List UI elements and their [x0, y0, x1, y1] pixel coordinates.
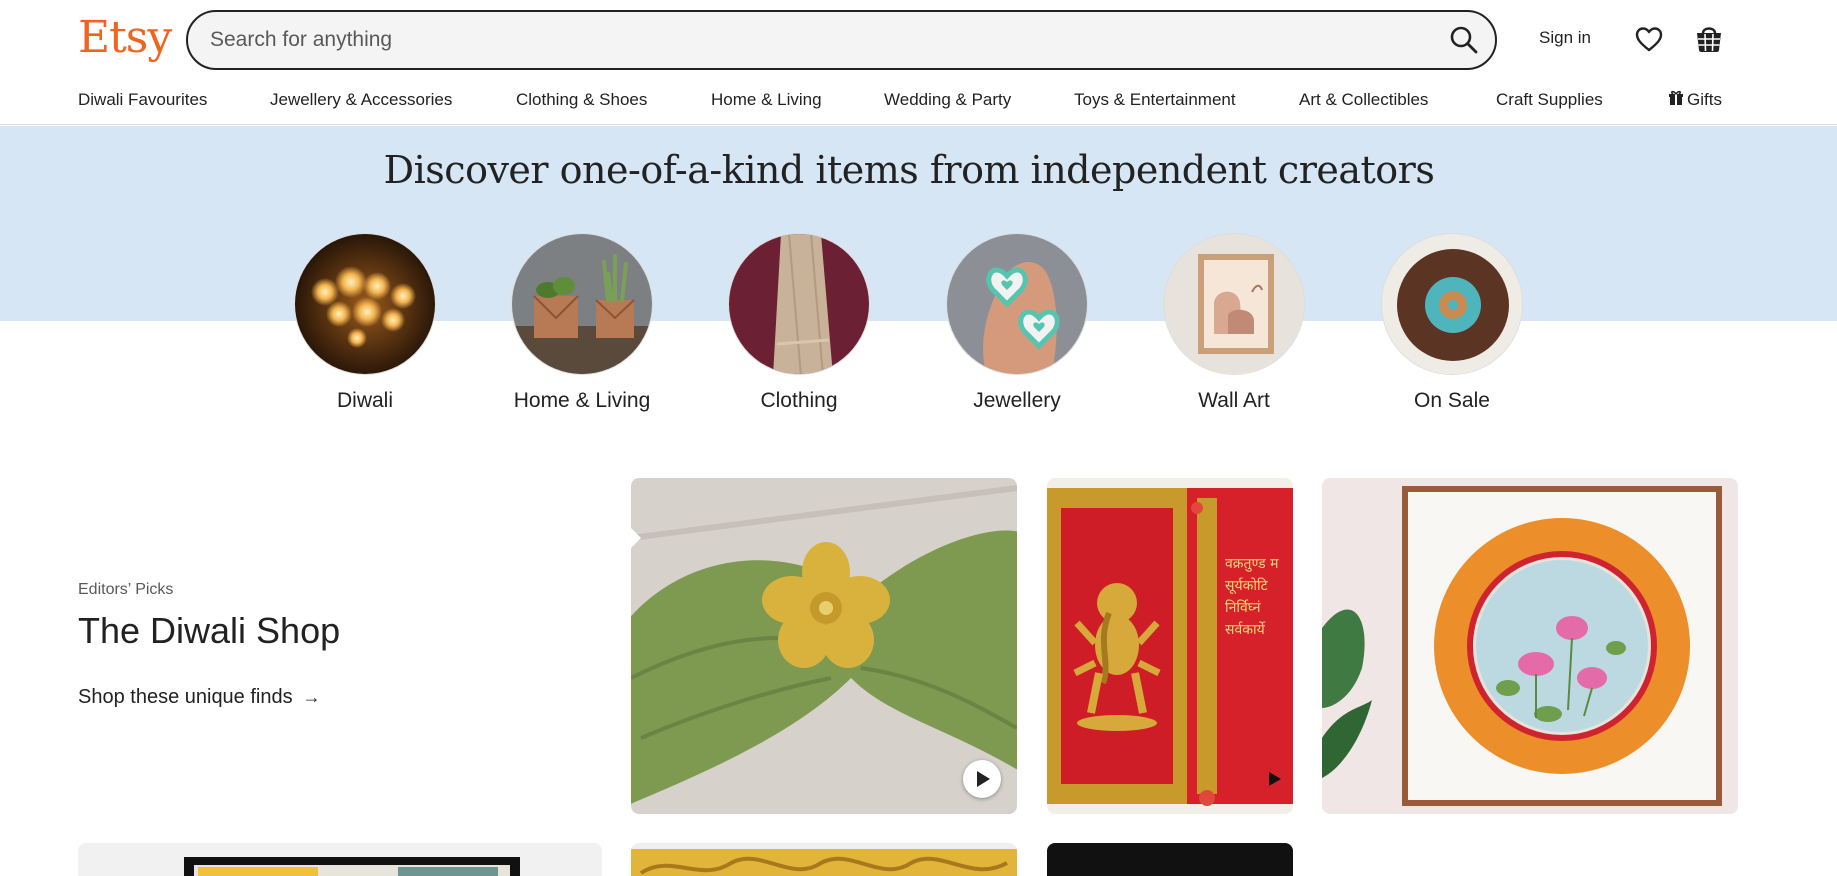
- nav-gifts[interactable]: Gifts: [1669, 90, 1722, 110]
- play-icon: [1269, 772, 1281, 786]
- nav-home-living[interactable]: Home & Living: [711, 90, 822, 110]
- circle-clothing[interactable]: Clothing: [704, 233, 894, 413]
- clothing-image: [728, 233, 870, 375]
- play-video-button[interactable]: [1255, 760, 1293, 798]
- editors-eyebrow: Editors’ Picks: [78, 581, 174, 598]
- circle-home-living[interactable]: Home & Living: [487, 233, 677, 413]
- lotus-painting-image: [1322, 478, 1738, 814]
- search-input[interactable]: [210, 12, 1410, 68]
- shop-unique-finds-link[interactable]: Shop these unique finds →: [78, 686, 321, 709]
- nav-toys-entertainment[interactable]: Toys & Entertainment: [1074, 90, 1236, 110]
- circle-diwali[interactable]: Diwali: [270, 233, 460, 413]
- svg-text:निर्विघ्नं: निर्विघ्नं: [1225, 599, 1261, 616]
- cart-button[interactable]: [1694, 22, 1724, 54]
- home-living-image: [511, 233, 653, 375]
- svg-text:सर्वकार्ये: सर्वकार्ये: [1225, 621, 1266, 638]
- product-tile-bottom-1[interactable]: [78, 843, 602, 876]
- shop-link-label: Shop these unique finds: [78, 686, 293, 708]
- product-tile-ganesha-card[interactable]: वक्रतुण्ड म सूर्यकोटि निर्विघ्नं सर्वकार…: [1047, 478, 1293, 814]
- circle-label: Clothing: [760, 389, 838, 412]
- svg-text:वक्रतुण्ड म: वक्रतुण्ड म: [1225, 556, 1279, 572]
- editors-title: The Diwali Shop: [78, 610, 341, 651]
- diwali-image: [294, 233, 436, 375]
- bottom-tile-1-image: [78, 843, 602, 876]
- search-bar[interactable]: [186, 10, 1497, 70]
- circle-label: On Sale: [1414, 389, 1490, 412]
- bottom-tile-2-image: [631, 843, 1017, 876]
- circle-label: Diwali: [336, 389, 393, 412]
- nav-jewellery-accessories[interactable]: Jewellery & Accessories: [270, 90, 452, 110]
- arrow-right-icon: →: [302, 687, 321, 707]
- product-tile-lotus-painting[interactable]: [1322, 478, 1738, 814]
- search-icon: [1450, 26, 1478, 54]
- play-video-button[interactable]: [963, 760, 1001, 798]
- product-tile-napkin-ring[interactable]: [631, 478, 1017, 814]
- sign-in-link[interactable]: Sign in: [1539, 28, 1591, 48]
- basket-icon: [1697, 27, 1721, 52]
- nav-art-collectibles[interactable]: Art & Collectibles: [1299, 90, 1428, 110]
- svg-text:सूर्यकोटि: सूर्यकोटि: [1225, 577, 1269, 594]
- nav-diwali-favourites[interactable]: Diwali Favourites: [78, 90, 207, 110]
- nav-gifts-label: Gifts: [1687, 90, 1722, 109]
- favorites-button[interactable]: [1634, 24, 1664, 54]
- jewellery-image: [946, 233, 1088, 375]
- site-header: Etsy Sign in: [0, 0, 1837, 80]
- nav-wedding-party[interactable]: Wedding & Party: [884, 90, 1011, 110]
- play-icon: [977, 771, 990, 787]
- on-sale-image: [1381, 233, 1523, 375]
- gift-icon: [1669, 90, 1683, 105]
- product-tile-bottom-3[interactable]: [1047, 843, 1293, 876]
- etsy-logo[interactable]: Etsy: [78, 12, 172, 64]
- circle-wall-art[interactable]: Wall Art: [1139, 233, 1329, 413]
- nav-craft-supplies[interactable]: Craft Supplies: [1496, 90, 1603, 110]
- circle-jewellery[interactable]: Jewellery: [922, 233, 1112, 413]
- circle-label: Wall Art: [1198, 389, 1270, 412]
- category-nav: Diwali Favourites Jewellery & Accessorie…: [0, 80, 1837, 125]
- search-button[interactable]: [1447, 23, 1481, 57]
- hero-title: Discover one-of-a-kind items from indepe…: [383, 148, 1435, 192]
- wall-art-image: [1163, 233, 1305, 375]
- product-tile-bottom-2[interactable]: [631, 843, 1017, 876]
- heart-icon: [1635, 27, 1663, 52]
- napkin-ring-image: [631, 478, 1017, 814]
- circle-on-sale[interactable]: On Sale: [1357, 233, 1547, 413]
- circle-label: Home & Living: [513, 389, 651, 412]
- circle-label: Jewellery: [973, 389, 1061, 412]
- nav-clothing-shoes[interactable]: Clothing & Shoes: [516, 90, 647, 110]
